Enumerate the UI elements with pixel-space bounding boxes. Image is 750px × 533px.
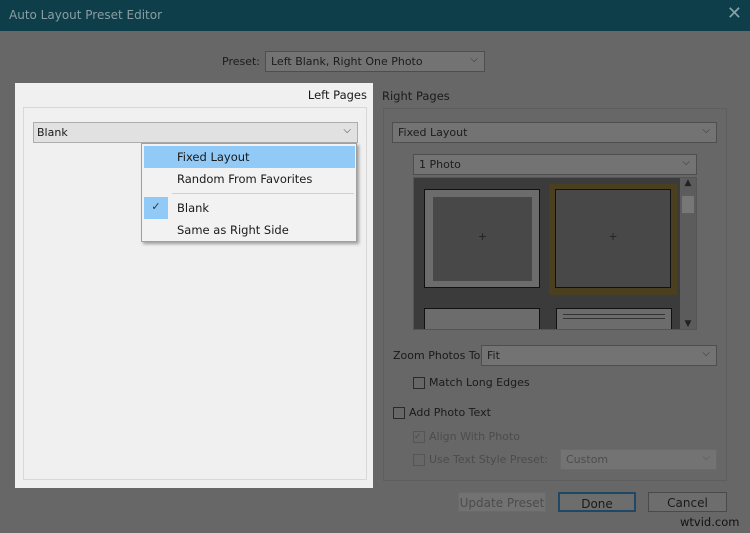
match-long-edges-label: Match Long Edges: [429, 376, 530, 389]
left-mode-dropdown-menu: Fixed Layout Random From Favorites ✓ Bla…: [141, 143, 357, 242]
right-mode-select[interactable]: Fixed Layout ⌵: [392, 122, 717, 143]
preset-label: Preset:: [222, 55, 261, 68]
preset-value: Left Blank, Right One Photo: [271, 55, 423, 68]
layout-count-value: 1 Photo: [419, 158, 461, 171]
layout-thumb-4[interactable]: [556, 308, 672, 329]
chevron-down-icon: ⌵: [702, 452, 710, 463]
text-style-select[interactable]: Custom ⌵: [560, 449, 717, 470]
watermark: wtvid.com: [680, 515, 740, 529]
plus-icon: +: [555, 189, 671, 288]
checkbox-icon: [393, 407, 405, 419]
chevron-down-icon: ⌵: [682, 157, 690, 168]
window-title: Auto Layout Preset Editor: [9, 8, 163, 22]
chevron-down-icon: ⌵: [702, 348, 710, 359]
zoom-photos-value: Fit: [487, 349, 500, 362]
menu-item-fixed-layout[interactable]: Fixed Layout: [144, 146, 355, 168]
right-mode-value: Fixed Layout: [398, 126, 468, 139]
done-button[interactable]: Done: [558, 492, 636, 512]
checkmark-icon: ✓: [413, 431, 425, 443]
right-pages-title: Right Pages: [382, 89, 450, 103]
left-mode-select[interactable]: Blank ⌵: [33, 122, 358, 143]
menu-item-same-as-right-side[interactable]: Same as Right Side: [144, 219, 355, 241]
close-icon[interactable]: ✕: [727, 3, 742, 24]
text-style-value: Custom: [566, 453, 609, 466]
layout-count-select[interactable]: 1 Photo ⌵: [413, 154, 697, 175]
align-with-photo-checkbox[interactable]: ✓ Align With Photo: [413, 430, 520, 443]
zoom-photos-select[interactable]: Fit ⌵: [481, 345, 717, 366]
layout-thumb-1[interactable]: +: [424, 189, 540, 288]
left-pages-title: Left Pages: [307, 88, 367, 102]
menu-separator: [172, 193, 354, 194]
layout-thumbnails: + + ▲ ▼: [413, 177, 697, 330]
chevron-down-icon: ⌵: [343, 125, 351, 136]
add-photo-text-label: Add Photo Text: [409, 406, 491, 419]
title-bar: Auto Layout Preset Editor: [0, 0, 750, 31]
add-photo-text-checkbox[interactable]: Add Photo Text: [393, 406, 491, 419]
menu-item-random-from-favorites[interactable]: Random From Favorites: [144, 168, 355, 190]
chevron-down-icon: ⌵: [470, 54, 478, 65]
preset-select[interactable]: Left Blank, Right One Photo ⌵: [265, 51, 485, 72]
menu-item-blank[interactable]: Blank: [144, 197, 355, 219]
checkbox-icon: [413, 454, 425, 466]
zoom-photos-label: Zoom Photos To:: [393, 349, 485, 362]
chevron-down-icon: ⌵: [702, 125, 710, 136]
use-text-style-checkbox[interactable]: Use Text Style Preset:: [413, 453, 548, 466]
scroll-down-icon[interactable]: ▼: [680, 319, 696, 329]
scroll-thumb[interactable]: [682, 196, 694, 213]
match-long-edges-checkbox[interactable]: Match Long Edges: [413, 376, 530, 389]
scrollbar[interactable]: ▲ ▼: [680, 178, 696, 329]
checkbox-icon: [413, 377, 425, 389]
scroll-up-icon[interactable]: ▲: [680, 178, 696, 188]
align-with-photo-label: Align With Photo: [429, 430, 520, 443]
left-mode-value: Blank: [37, 126, 68, 139]
plus-icon: +: [433, 197, 532, 281]
cancel-button[interactable]: Cancel: [648, 492, 727, 512]
use-text-style-label: Use Text Style Preset:: [429, 453, 548, 466]
layout-thumb-3[interactable]: [424, 308, 540, 329]
update-preset-button[interactable]: Update Preset: [458, 492, 546, 512]
layout-thumb-2-selected[interactable]: +: [549, 184, 677, 295]
